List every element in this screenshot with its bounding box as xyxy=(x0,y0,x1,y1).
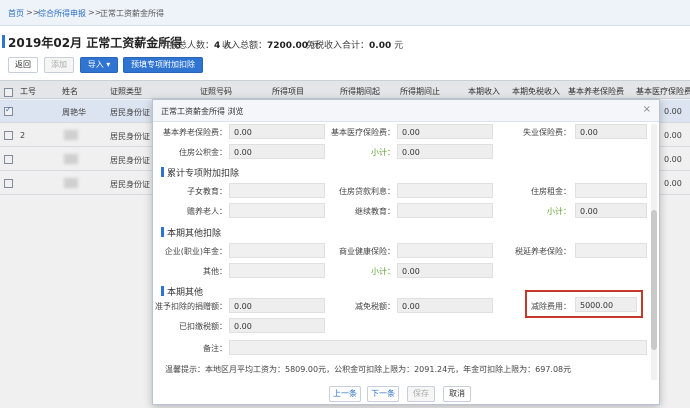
back-button[interactable]: 返回 xyxy=(8,57,38,73)
child-education-label: 子女教育： xyxy=(187,187,227,196)
medical-field[interactable]: 0.00 xyxy=(397,124,493,139)
elder-support-field[interactable] xyxy=(229,203,325,218)
dialog-title: 正常工资薪金所得 浏览 xyxy=(161,107,244,116)
continuing-education-field[interactable] xyxy=(397,203,493,218)
breadcrumb: 首页 >> 综合所得申报 >> 正常工资薪金所得 xyxy=(0,0,690,26)
save-button[interactable]: 保存 xyxy=(407,386,435,402)
unemployment-field[interactable]: 0.00 xyxy=(575,124,647,139)
breadcrumb-home[interactable]: 首页 xyxy=(8,8,24,19)
prev-record-button[interactable]: 上一条 xyxy=(329,386,361,402)
other-subtotal-field: 0.00 xyxy=(397,263,493,278)
prepaid-tax-label: 已扣缴税额： xyxy=(179,322,227,331)
tax-reduction-label: 减免税额： xyxy=(355,302,395,311)
special-subtotal-field: 0.00 xyxy=(575,203,647,218)
deduction-expense-field[interactable]: 5000.00 xyxy=(575,297,637,312)
continuing-education-label: 继续教育： xyxy=(355,207,395,216)
annuity-field[interactable] xyxy=(229,243,325,258)
tax-deferred-pension-label: 税延养老保险： xyxy=(515,247,571,256)
housing-rent-field[interactable] xyxy=(575,183,647,198)
tax-reduction-field[interactable]: 0.00 xyxy=(397,298,493,313)
elder-support-label: 赡养老人： xyxy=(187,207,227,216)
housing-fund-field[interactable]: 0.00 xyxy=(229,144,325,159)
child-education-field[interactable] xyxy=(229,183,325,198)
section-other-deduction: 本期其他扣除 xyxy=(160,226,221,239)
chevron-down-icon: ▾ xyxy=(106,60,111,69)
insurance-subtotal-label: 小计： xyxy=(371,148,395,157)
page-title: 2019年02月 正常工资薪金所得 xyxy=(8,36,183,50)
deduction-expense-label: 减除费用： xyxy=(531,302,571,311)
prepaid-tax-field[interactable]: 0.00 xyxy=(229,318,325,333)
other-field[interactable] xyxy=(229,263,325,278)
breadcrumb-module[interactable]: 综合所得申报 xyxy=(38,8,86,19)
medical-label: 基本医疗保险费： xyxy=(331,128,395,137)
scrollbar-thumb[interactable] xyxy=(651,210,657,350)
dialog-header: 正常工资薪金所得 浏览 × xyxy=(153,100,659,122)
cancel-button[interactable]: 取消 xyxy=(443,386,471,402)
title-marker xyxy=(2,35,5,48)
housing-fund-label: 住房公积金： xyxy=(179,148,227,157)
pension-field[interactable]: 0.00 xyxy=(229,124,325,139)
pension-label: 基本养老保险费： xyxy=(163,128,227,137)
health-insurance-label: 商业健康保险： xyxy=(339,247,395,256)
tax-deferred-pension-field[interactable] xyxy=(575,243,647,258)
housing-loan-field[interactable] xyxy=(397,183,493,198)
housing-loan-label: 住房贷款利息： xyxy=(339,187,395,196)
import-button[interactable]: 导入 ▾ xyxy=(80,57,118,73)
section-special-deduction: 累计专项附加扣除 xyxy=(160,166,239,179)
section-current-other: 本期其他 xyxy=(160,285,203,298)
breadcrumb-current: 正常工资薪金所得 xyxy=(100,9,164,18)
donation-label: 准予扣除的捐赠额： xyxy=(155,302,227,311)
special-subtotal-label: 小计： xyxy=(547,207,571,216)
close-icon[interactable]: × xyxy=(643,104,651,115)
prefill-special-deduction-button[interactable]: 预填专项附加扣除 xyxy=(123,57,203,73)
unemployment-label: 失业保险费： xyxy=(523,128,571,137)
donation-field[interactable]: 0.00 xyxy=(229,298,325,313)
housing-rent-label: 住房租金： xyxy=(531,187,571,196)
other-subtotal-label: 小计： xyxy=(371,267,395,276)
summary-exempt: 免税收入合计：0.00 元 xyxy=(306,41,404,51)
add-button[interactable]: 添加 xyxy=(44,57,74,73)
other-label: 其他： xyxy=(203,267,227,276)
next-record-button[interactable]: 下一条 xyxy=(367,386,399,402)
browse-dialog: 正常工资薪金所得 浏览 × 基本养老保险费： 0.00 基本医疗保险费： 0.0… xyxy=(152,99,660,405)
tip-text: 温馨提示：本地区月平均工资为：5809.00元，公积金可扣除上限为：2091.2… xyxy=(165,365,572,374)
insurance-subtotal-field: 0.00 xyxy=(397,144,493,159)
remark-field[interactable] xyxy=(229,340,647,355)
remark-label: 备注： xyxy=(203,344,227,353)
health-insurance-field[interactable] xyxy=(397,243,493,258)
annuity-label: 企业(职业)年金： xyxy=(164,247,227,256)
